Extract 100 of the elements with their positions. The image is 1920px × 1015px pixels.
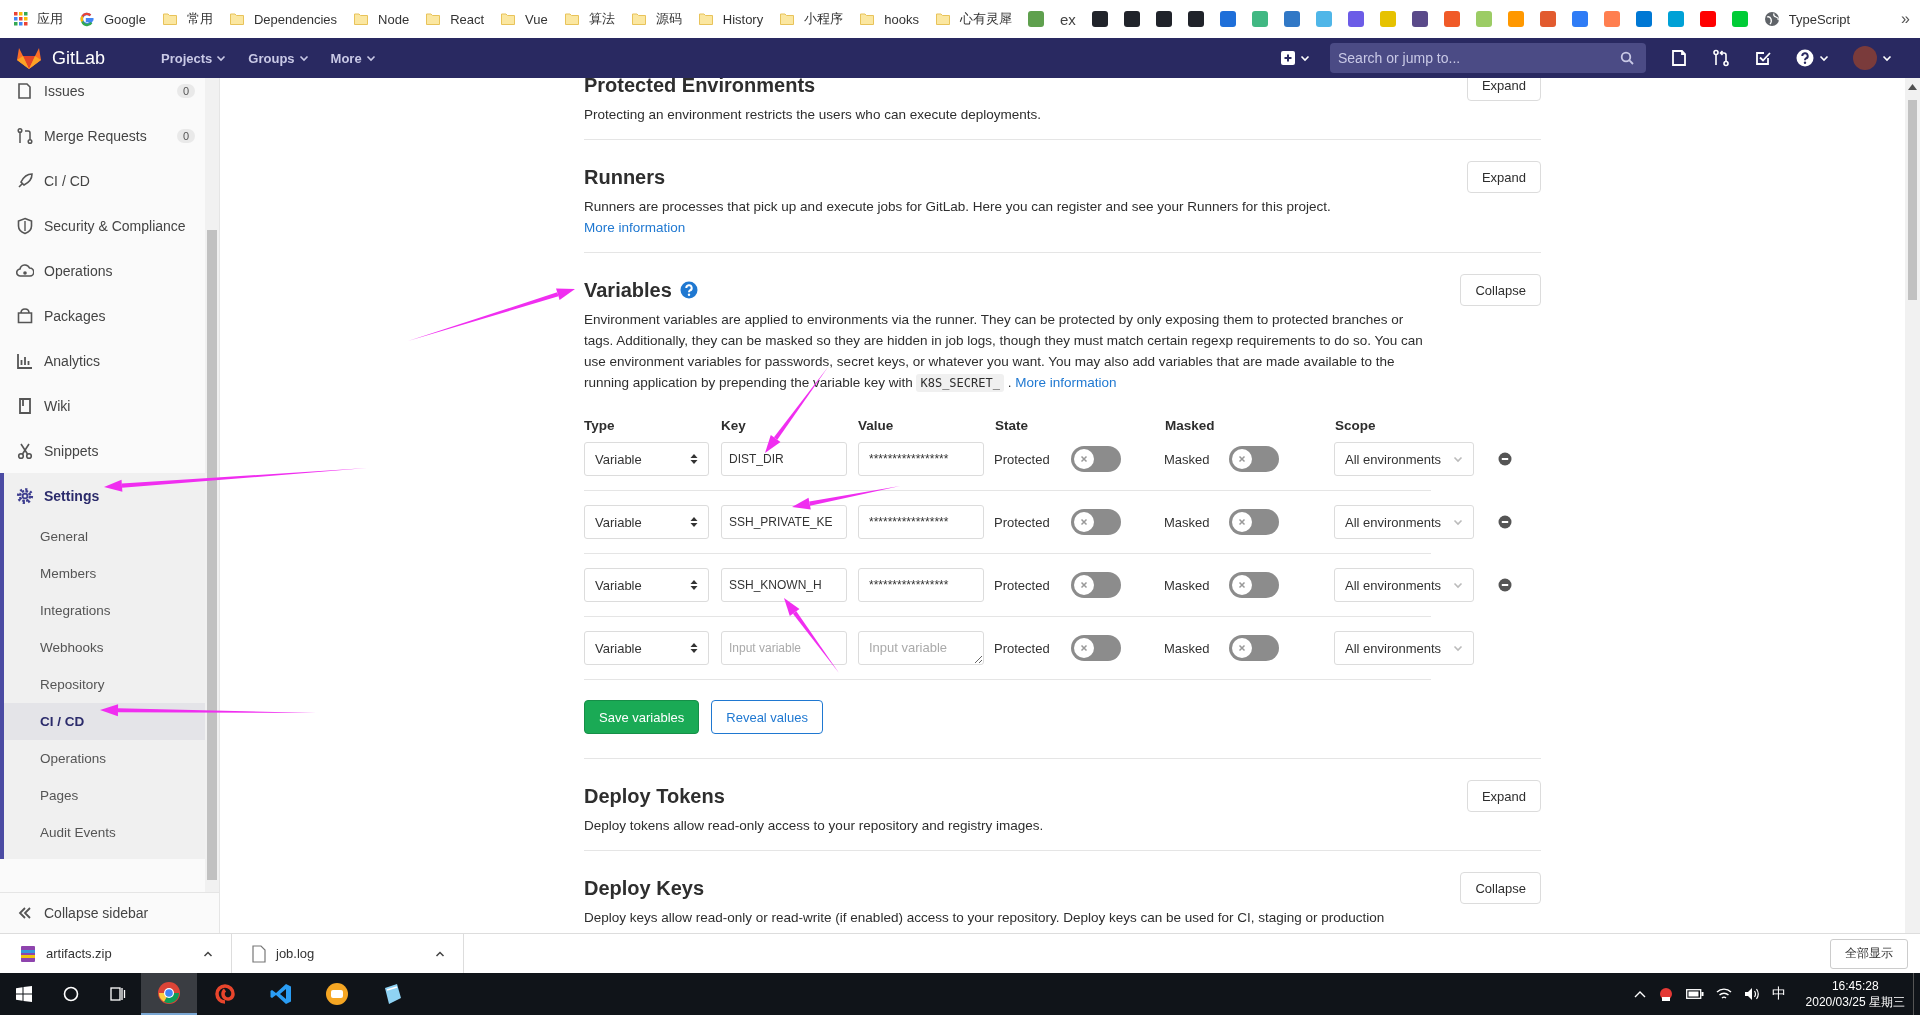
value-field[interactable]: ***************** — [858, 505, 984, 539]
bookmark[interactable]: ex — [1059, 10, 1076, 28]
merge-request-icon[interactable] — [1712, 49, 1730, 67]
scope-select[interactable]: All environments — [1334, 442, 1474, 476]
input-method-indicator[interactable]: 中 — [1771, 985, 1786, 1003]
protected-toggle[interactable] — [1071, 509, 1121, 535]
masked-toggle[interactable] — [1229, 446, 1279, 472]
more-bookmarks-button[interactable]: » — [1901, 10, 1910, 28]
protected-toggle[interactable] — [1071, 635, 1121, 661]
sidebar-subitem[interactable]: General — [4, 518, 205, 555]
chevron-up-icon[interactable] — [1633, 989, 1646, 999]
bookmark[interactable]: Dependencies — [228, 11, 338, 27]
value-field[interactable]: ***************** — [858, 568, 984, 602]
scrollbar-thumb[interactable] — [207, 230, 217, 880]
sidebar-item[interactable]: Packages — [0, 293, 205, 338]
show-all-button[interactable]: 全部显示 — [1830, 938, 1908, 969]
bookmark[interactable]: History — [697, 11, 764, 27]
scope-select[interactable]: All environments — [1334, 505, 1474, 539]
clock-date[interactable]: 2020/03/25 星期三 — [1805, 994, 1905, 1010]
task-view-icon[interactable] — [110, 986, 126, 1002]
new-item-button[interactable] — [1281, 51, 1310, 65]
scrollbar[interactable] — [1905, 78, 1920, 933]
expand-button[interactable]: Expand — [1466, 78, 1541, 101]
value-field[interactable]: ***************** — [858, 442, 984, 476]
sidebar-item[interactable]: Merge Requests 0 — [0, 113, 205, 158]
expand-button[interactable]: Expand — [1466, 161, 1541, 193]
sidebar-item[interactable]: Security & Compliance — [0, 203, 205, 248]
sidebar-subitem[interactable]: CI / CD — [4, 703, 205, 740]
bookmark[interactable]: React — [425, 11, 485, 27]
more-information-link[interactable]: More information — [584, 220, 686, 235]
bookmark[interactable]: Vue — [500, 11, 548, 27]
sidebar-item[interactable]: Settings — [4, 473, 205, 518]
battery-icon[interactable] — [1685, 988, 1704, 1000]
bookmark[interactable]: hooks — [859, 11, 919, 27]
clock-time[interactable]: 16:45:28 — [1831, 978, 1879, 994]
bookmark[interactable]: Google — [79, 11, 146, 27]
sidebar-item[interactable]: CI / CD — [0, 158, 205, 203]
scrollbar[interactable] — [205, 78, 219, 892]
bookmark-icon[interactable] — [1411, 11, 1428, 27]
protected-toggle[interactable] — [1071, 572, 1121, 598]
key-field[interactable]: SSH_KNOWN_H — [721, 568, 847, 602]
remove-icon[interactable] — [1498, 578, 1512, 592]
bookmark-icon[interactable] — [1091, 11, 1108, 27]
masked-toggle[interactable] — [1229, 509, 1279, 535]
sidebar-item[interactable]: Snippets — [0, 428, 205, 473]
sidebar-item[interactable]: Operations — [0, 248, 205, 293]
value-field[interactable]: Input variable — [858, 631, 984, 665]
bookmark[interactable]: 常用 — [161, 10, 213, 28]
sidebar-subitem[interactable]: Repository — [4, 666, 205, 703]
brand-name[interactable]: GitLab — [52, 47, 106, 69]
bookmark[interactable]: 应用 — [14, 10, 63, 28]
reveal-button[interactable]: Reveal values — [711, 700, 823, 734]
type-select[interactable]: Variable — [584, 568, 709, 602]
bookmark-icon[interactable] — [1187, 11, 1204, 27]
speaker-icon[interactable] — [1743, 987, 1760, 1001]
key-field[interactable]: DIST_DIR — [721, 442, 847, 476]
masked-toggle[interactable] — [1229, 572, 1279, 598]
sidebar-subitem[interactable]: Operations — [4, 740, 205, 777]
search-field[interactable]: Search or jump to... — [1330, 43, 1646, 73]
bookmark[interactable]: Node — [353, 11, 410, 27]
nav-menu-button[interactable]: Projects — [161, 50, 227, 66]
nav-menu-button[interactable]: Groups — [248, 50, 309, 66]
scope-select[interactable]: All environments — [1334, 631, 1474, 665]
document-icon[interactable] — [1670, 49, 1688, 67]
windows-logo-icon[interactable] — [16, 986, 32, 1002]
user-menu-button[interactable] — [1853, 46, 1892, 70]
more-information-link[interactable]: More information — [1015, 375, 1117, 390]
expand-button[interactable]: Expand — [1466, 780, 1541, 812]
scrollbar-thumb[interactable] — [1908, 100, 1917, 300]
collapse-button[interactable]: Collapse — [1460, 274, 1541, 306]
bookmark[interactable]: 心有灵犀 — [934, 10, 1012, 28]
key-field[interactable]: Input variable — [721, 631, 847, 665]
sidebar-subitem[interactable]: Pages — [4, 777, 205, 814]
sidebar-subitem[interactable]: Members — [4, 555, 205, 592]
remove-icon[interactable] — [1498, 452, 1512, 466]
sidebar-subitem[interactable]: Webhooks — [4, 629, 205, 666]
tray-app-icon[interactable] — [1657, 986, 1674, 1002]
sidebar-subitem[interactable]: Audit Events — [4, 814, 205, 851]
bookmark[interactable]: TypeScript — [1763, 11, 1851, 27]
bookmark-icon[interactable] — [1155, 11, 1172, 27]
type-select[interactable]: Variable — [584, 505, 709, 539]
help-button[interactable] — [1796, 49, 1829, 67]
protected-toggle[interactable] — [1071, 446, 1121, 472]
help-icon[interactable] — [679, 281, 698, 299]
scope-select[interactable]: All environments — [1334, 568, 1474, 602]
key-field[interactable]: SSH_PRIVATE_KE — [721, 505, 847, 539]
sidebar-item[interactable]: Wiki — [0, 383, 205, 428]
sidebar-subitem[interactable]: Integrations — [4, 592, 205, 629]
scroll-up-arrow-icon[interactable] — [1908, 84, 1917, 90]
wifi-icon[interactable] — [1715, 987, 1732, 1001]
masked-toggle[interactable] — [1229, 635, 1279, 661]
search-circle-icon[interactable] — [63, 986, 79, 1002]
bookmark-icon[interactable] — [1123, 11, 1140, 27]
type-select[interactable]: Variable — [584, 631, 709, 665]
taskbar-app[interactable] — [141, 973, 197, 1015]
remove-icon[interactable] — [1498, 515, 1512, 529]
type-select[interactable]: Variable — [584, 442, 709, 476]
bookmark[interactable]: 小程序 — [779, 10, 844, 28]
bookmark[interactable]: 算法 — [563, 10, 615, 28]
checkbox-icon[interactable] — [1754, 49, 1772, 67]
